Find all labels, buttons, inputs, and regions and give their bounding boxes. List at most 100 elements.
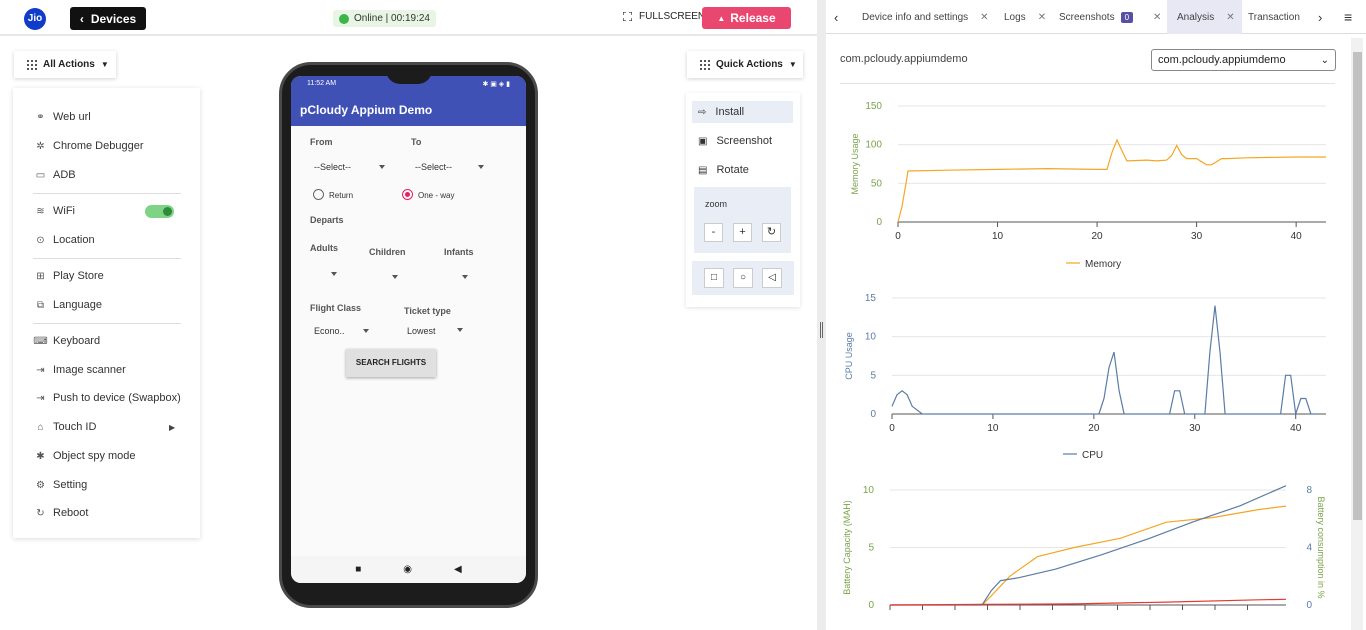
menu-divider	[33, 193, 181, 194]
panel-divider[interactable]	[817, 0, 826, 630]
wifi-toggle[interactable]	[145, 205, 174, 218]
jio-logo: Jio	[24, 8, 46, 30]
y2-tick-label: 0	[1306, 600, 1312, 611]
tab-label: Transaction	[1248, 11, 1300, 23]
x-tick-label: 20	[1092, 231, 1104, 242]
back-icon[interactable]: ◀	[454, 564, 462, 575]
devices-button[interactable]: ‹ Devices	[70, 7, 146, 30]
menu-item-setting[interactable]: ⚙ Setting	[35, 479, 185, 491]
menu-item-label: Location	[53, 234, 95, 246]
menu-item-location[interactable]: ⊙ Location	[35, 234, 185, 246]
all-actions-menu: ⚭ Web url ✲ Chrome Debugger ▭ ADB ≋ WiFi ⊙ Lo…	[13, 88, 200, 538]
release-label: Release	[730, 11, 776, 25]
flight-class-label: Flight Class	[310, 303, 362, 313]
series-line	[897, 138, 1326, 223]
grid-icon	[700, 59, 710, 70]
close-icon[interactable]: ✕	[1153, 12, 1161, 23]
ticket-type-select[interactable]: Lowest	[407, 326, 436, 336]
status-badge: Online | 00:19:24	[333, 10, 436, 27]
from-select[interactable]: --Select--	[314, 162, 351, 172]
tab-device-info[interactable]: Device info and settings ✕	[852, 0, 994, 34]
hamburger-menu-icon[interactable]: ≡	[1344, 0, 1352, 34]
search-flights-button[interactable]: SEARCH FLIGHTS	[346, 349, 436, 377]
menu-item-touch-id[interactable]: ⌂ Touch ID ▶	[35, 421, 185, 433]
one-way-radio[interactable]	[402, 189, 413, 200]
menu-item-label: Language	[53, 299, 102, 311]
recents-icon[interactable]: ■	[355, 564, 361, 575]
menu-item-chrome-debugger[interactable]: ✲ Chrome Debugger	[35, 140, 185, 152]
analysis-charts: 0501001500 10 20 30 40Memory UsageMemory0510…	[842, 101, 1326, 611]
x-tick-label: 10	[992, 231, 1004, 242]
to-select[interactable]: --Select--	[415, 162, 452, 172]
adults-dropdown[interactable]	[331, 272, 337, 276]
menu-item-keyboard[interactable]: ⌨ Keyboard	[33, 335, 185, 347]
flight-class-select[interactable]: Econo..	[314, 326, 345, 336]
infants-dropdown[interactable]	[462, 275, 468, 279]
tab-label: Screenshots	[1059, 11, 1115, 23]
android-nav-bar: ■ ◉ ◀	[291, 556, 526, 583]
menu-item-label: Setting	[53, 479, 88, 491]
menu-item-reboot[interactable]: ↻ Reboot	[35, 507, 185, 519]
children-dropdown[interactable]	[392, 275, 398, 279]
y2-tick-label: 4	[1306, 543, 1312, 554]
zoom-reset-icon[interactable]: ↻	[762, 223, 781, 242]
menu-item-label: Keyboard	[53, 335, 101, 347]
menu-item-adb[interactable]: ▭ ADB	[35, 169, 185, 181]
y-tick-label: 0	[870, 409, 876, 420]
vertical-scrollbar[interactable]	[1351, 38, 1363, 630]
menu-item-label: Push to device (Swapbox)	[53, 392, 181, 404]
x-tick-label: 0	[895, 231, 901, 242]
quick-actions-label: Quick Actions	[716, 59, 783, 70]
square-icon[interactable]: □	[704, 268, 724, 288]
fullscreen-button[interactable]: FULLSCREEN	[623, 11, 705, 22]
x-tick-label: 20	[1088, 423, 1100, 434]
rotate-button[interactable]: ▤ Rotate	[692, 159, 793, 181]
tab-screenshots[interactable]: Screenshots 0 ✕	[1049, 0, 1164, 34]
caret-right-icon: ▶	[169, 422, 176, 432]
tab-analysis[interactable]: Analysis ✕	[1167, 0, 1242, 34]
screenshots-count-badge: 0	[1120, 11, 1134, 23]
menu-item-label: Play Store	[53, 270, 104, 282]
y-axis-label: Battery Capacity (MAH)	[842, 500, 852, 595]
device-screen[interactable]: 11:52 AM ✱ ▣ ◈ ▮ pCloudy Appium Demo From…	[291, 76, 526, 583]
circle-icon[interactable]: ○	[733, 268, 753, 288]
triangle-back-icon[interactable]: ◁	[762, 268, 782, 288]
tab-scroll-left-icon[interactable]: ‹	[834, 0, 838, 34]
close-icon[interactable]: ✕	[1038, 12, 1046, 23]
zoom-in-button[interactable]: +	[733, 223, 752, 242]
scrollbar-thumb[interactable]	[1353, 52, 1362, 520]
screenshot-button[interactable]: ▣ Screenshot	[692, 130, 793, 152]
screenshot-icon: ▣	[698, 135, 708, 147]
return-radio[interactable]	[313, 189, 324, 200]
grid-icon	[27, 59, 37, 70]
install-button[interactable]: ⇨ Install	[692, 101, 793, 123]
to-caret-icon	[478, 165, 484, 169]
right-panel: ‹ Device info and settings ✕ Logs ✕ Screen…	[826, 0, 1366, 630]
resize-handle-icon[interactable]	[820, 322, 823, 338]
quick-actions-dropdown[interactable]: Quick Actions ▼	[687, 51, 803, 78]
menu-item-object-spy[interactable]: ✱ Object spy mode	[35, 450, 185, 462]
menu-item-language[interactable]: ⧉ Language	[35, 299, 185, 311]
y2-axis-label: Battery consumption in %	[1316, 496, 1326, 598]
close-icon[interactable]: ✕	[980, 12, 988, 23]
all-actions-dropdown[interactable]: All Actions ▼	[14, 51, 116, 78]
menu-item-web-url[interactable]: ⚭ Web url	[35, 111, 185, 123]
home-icon[interactable]: ◉	[403, 564, 412, 575]
tab-transaction[interactable]: Transaction	[1238, 0, 1318, 34]
zoom-out-button[interactable]: -	[704, 223, 723, 242]
scan-icon: ⇥	[36, 364, 45, 376]
zoom-label: zoom	[705, 199, 728, 209]
menu-item-label: Reboot	[53, 507, 89, 519]
from-label: From	[310, 137, 333, 147]
release-button[interactable]: ▲ Release	[702, 7, 791, 29]
menu-item-play-store[interactable]: ⊞ Play Store	[35, 270, 185, 282]
status-text: Online | 00:19:24	[354, 13, 430, 24]
close-icon[interactable]: ✕	[1226, 12, 1234, 23]
tab-logs[interactable]: Logs ✕	[994, 0, 1049, 34]
menu-item-push-to-device[interactable]: ⇥ Push to device (Swapbox)	[35, 392, 200, 404]
return-label: Return	[329, 191, 354, 200]
menu-item-image-scanner[interactable]: ⇥ Image scanner	[35, 364, 185, 376]
y-tick-label: 5	[870, 370, 876, 381]
tab-scroll-right-icon[interactable]: ›	[1318, 0, 1322, 34]
series-line	[891, 305, 1316, 415]
